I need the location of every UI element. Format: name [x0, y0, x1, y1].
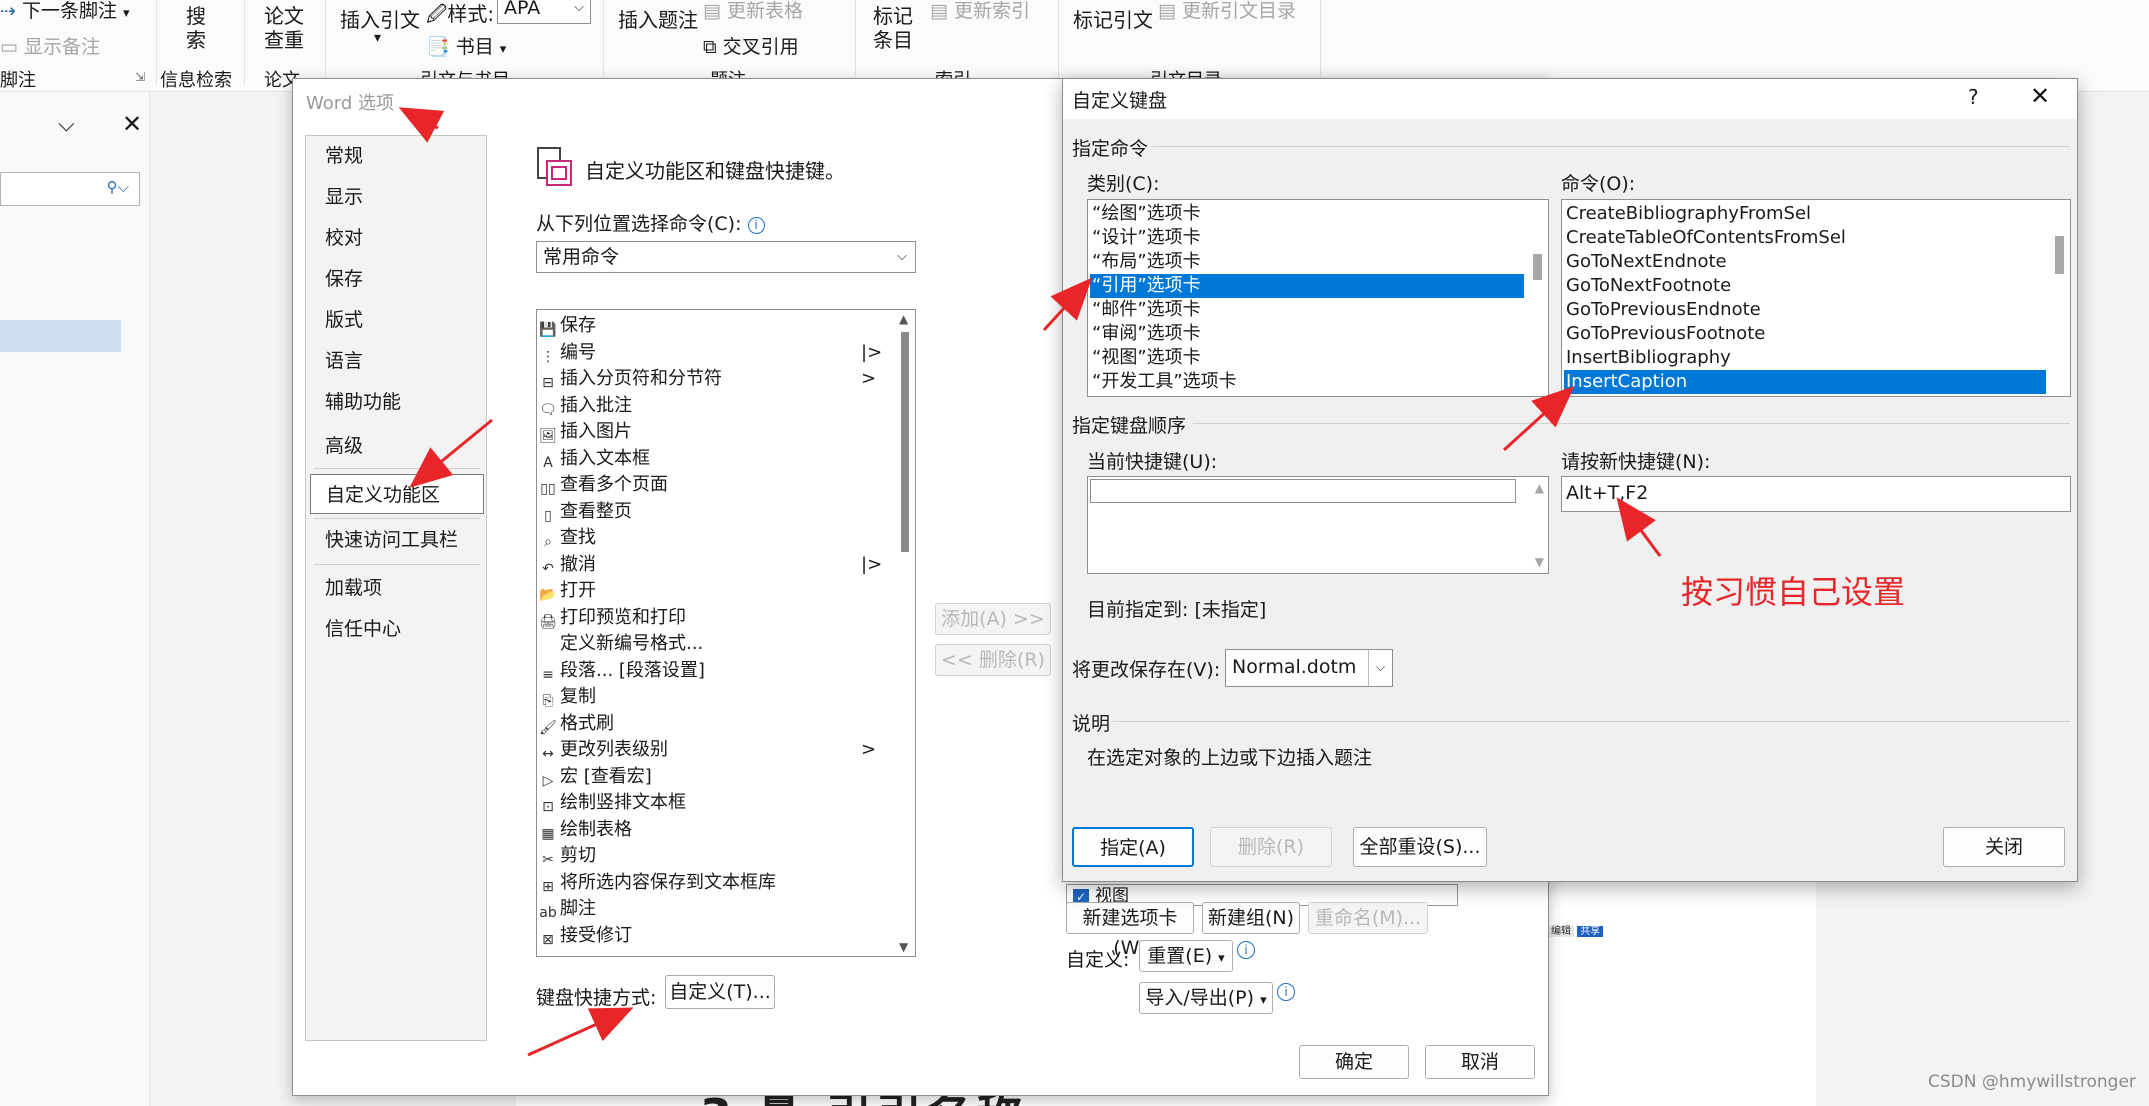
watermark: CSDN @hmywillstronger — [1928, 1072, 2136, 1092]
annotation-text: 按习惯自己设置 — [1681, 573, 1906, 611]
arrow-to-keyboard-button — [527, 1007, 634, 1057]
annotation-arrows — [398, 107, 1662, 1057]
arrow-to-title — [398, 107, 445, 143]
arrow-to-category — [1042, 277, 1093, 332]
arrow-to-new-key — [1616, 497, 1662, 557]
arrow-to-command — [1502, 385, 1575, 452]
arrow-to-customize-ribbon — [409, 418, 493, 488]
